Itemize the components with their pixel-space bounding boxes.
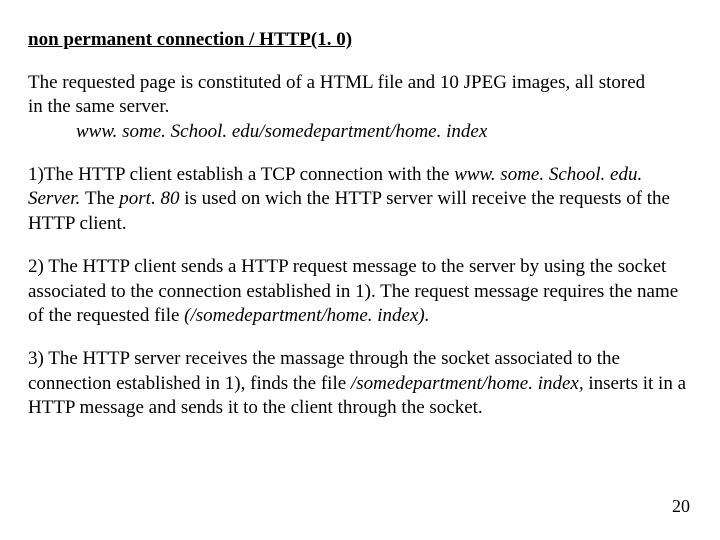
p1-text-a: 1)The HTTP client establish a TCP connec… <box>28 164 454 185</box>
step-1: 1)The HTTP client establish a TCP connec… <box>28 163 692 237</box>
intro-paragraph: The requested page is constituted of a H… <box>28 71 692 145</box>
slide-body: non permanent connection / HTTP(1. 0) Th… <box>0 0 720 421</box>
intro-line1: The requested page is constituted of a H… <box>28 72 645 93</box>
p2-italic: (/somedepartment/home. index). <box>184 305 429 326</box>
step-2: 2) The HTTP client sends a HTTP request … <box>28 255 692 329</box>
slide-title: non permanent connection / HTTP(1. 0) <box>28 28 692 53</box>
intro-url: www. some. School. edu/somedepartment/ho… <box>28 121 487 142</box>
step-3: 3) The HTTP server receives the massage … <box>28 347 692 421</box>
p3-italic: /somedepartment/home. index, <box>351 373 588 394</box>
page-number: 20 <box>672 495 690 518</box>
intro-line2: in the same server. <box>28 96 169 117</box>
p1-italic-2: port. 80 <box>119 188 184 209</box>
p1-text-b: The <box>85 188 119 209</box>
